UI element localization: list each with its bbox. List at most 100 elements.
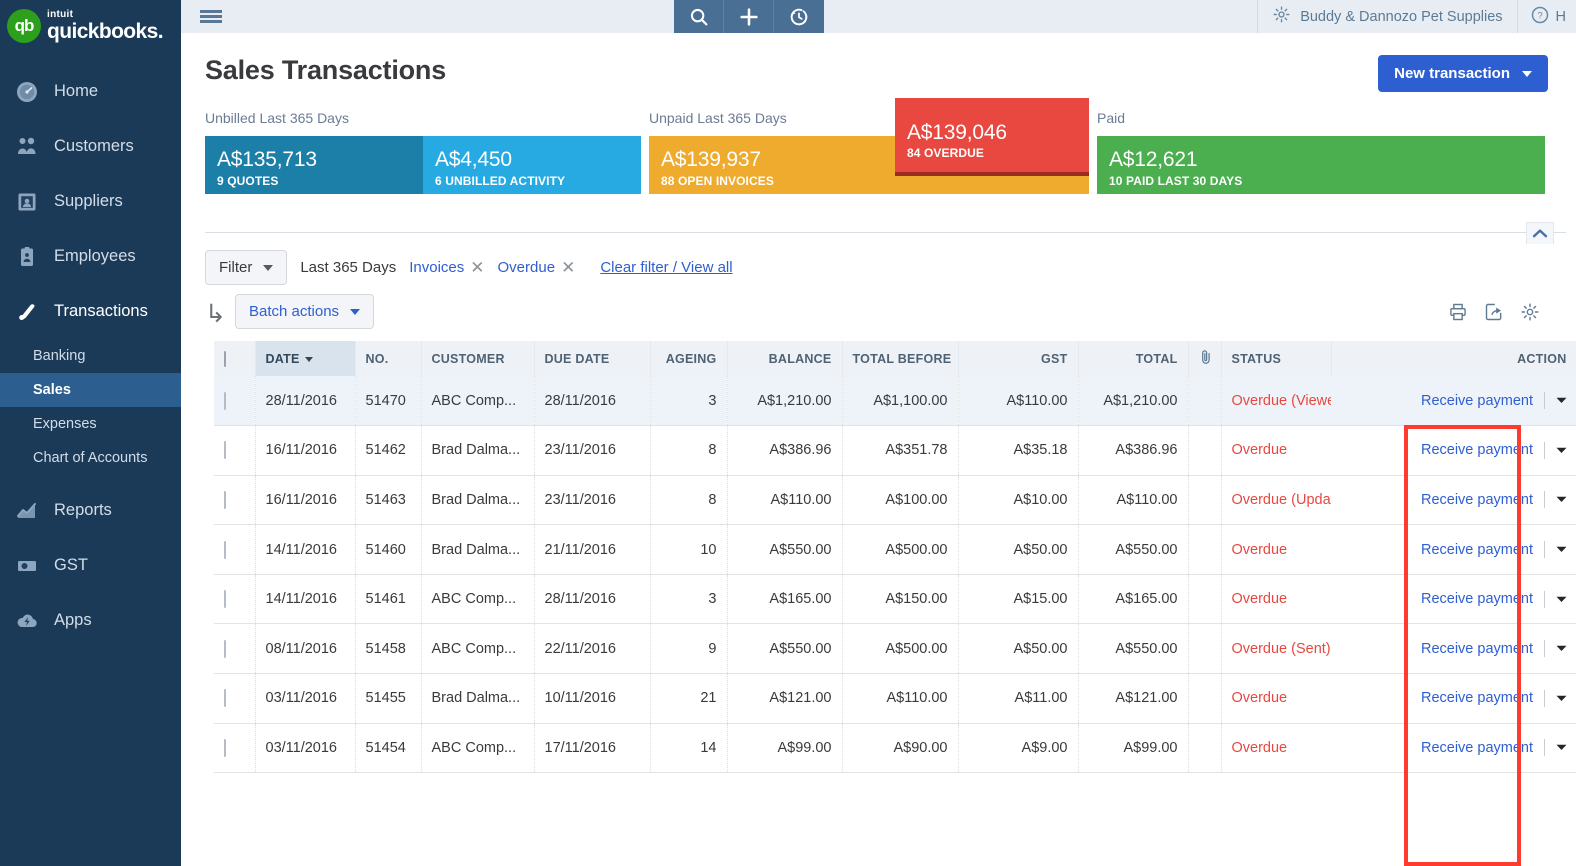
- clear-filter-link[interactable]: Clear filter / View all: [600, 259, 732, 276]
- table-settings-icon[interactable]: [1520, 302, 1540, 322]
- column-header-total[interactable]: TOTAL: [1078, 341, 1189, 376]
- sidebar-item-transactions[interactable]: Transactions: [0, 284, 181, 339]
- cell-action[interactable]: Receive payment: [1331, 425, 1576, 476]
- sidebar-item-apps[interactable]: Apps: [0, 593, 181, 648]
- company-switcher[interactable]: Buddy & Dannozo Pet Supplies: [1257, 0, 1516, 33]
- receive-payment-link[interactable]: Receive payment: [1421, 641, 1533, 657]
- table-row[interactable]: 16/11/2016 51462 Brad Dalma... 23/11/2016 8 A…: [214, 425, 1576, 476]
- sidebar-item-gst[interactable]: GST: [0, 538, 181, 593]
- sidebar-item-suppliers[interactable]: Suppliers: [0, 174, 181, 229]
- table-row[interactable]: 28/11/2016 51470 ABC Comp... 28/11/2016 3 A$1…: [214, 376, 1576, 427]
- row-checkbox[interactable]: [224, 590, 226, 609]
- cell-action[interactable]: Receive payment: [1331, 524, 1576, 575]
- column-header-customer[interactable]: CUSTOMER: [421, 341, 535, 376]
- row-select-cell[interactable]: [214, 524, 256, 575]
- receive-payment-link[interactable]: Receive payment: [1421, 740, 1533, 756]
- chevron-up-icon[interactable]: [1526, 222, 1554, 244]
- receive-payment-link[interactable]: Receive payment: [1421, 442, 1533, 458]
- sidebar-item-chart-of-accounts[interactable]: Chart of Accounts: [0, 441, 181, 475]
- column-header-date[interactable]: DATE: [255, 341, 356, 376]
- sidebar-item-employees[interactable]: Employees: [0, 229, 181, 284]
- intuit-label: intuit: [47, 9, 74, 20]
- money-card-overdue[interactable]: A$139,046 84 OVERDUE: [895, 98, 1089, 172]
- table-row[interactable]: 03/11/2016 51455 Brad Dalma... 10/11/2016 21…: [214, 673, 1576, 724]
- money-card-unbilled-activity[interactable]: A$4,450 6 UNBILLED ACTIVITY: [423, 136, 641, 194]
- row-select-cell[interactable]: [214, 376, 256, 427]
- chevron-down-icon[interactable]: [1556, 496, 1567, 503]
- table-row[interactable]: 16/11/2016 51463 Brad Dalma... 23/11/2016 8 A…: [214, 475, 1576, 526]
- row-checkbox[interactable]: [224, 441, 226, 460]
- export-icon[interactable]: [1484, 302, 1504, 322]
- receive-payment-link[interactable]: Receive payment: [1421, 690, 1533, 706]
- column-header-total-before[interactable]: TOTAL BEFORE: [842, 341, 959, 376]
- batch-actions-button[interactable]: Batch actions: [235, 294, 375, 329]
- column-header-ageing[interactable]: AGEING: [650, 341, 728, 376]
- cell-action[interactable]: Receive payment: [1331, 376, 1576, 427]
- row-select-cell[interactable]: [214, 673, 256, 724]
- receive-payment-link[interactable]: Receive payment: [1421, 591, 1533, 607]
- table-row[interactable]: 14/11/2016 51461 ABC Comp... 28/11/2016 3 A$1…: [214, 574, 1576, 625]
- money-card-quotes[interactable]: A$135,713 9 QUOTES: [205, 136, 423, 194]
- sidebar-item-banking[interactable]: Banking: [0, 339, 181, 373]
- filter-button[interactable]: Filter: [205, 250, 288, 285]
- sidebar-item-sales[interactable]: Sales: [0, 373, 181, 407]
- chevron-down-icon[interactable]: [1556, 546, 1567, 553]
- row-checkbox[interactable]: [224, 738, 226, 757]
- column-label: BALANCE: [768, 351, 832, 366]
- table-row[interactable]: 14/11/2016 51460 Brad Dalma... 21/11/2016 10…: [214, 524, 1576, 575]
- hamburger-bar: [200, 10, 222, 13]
- row-select-cell[interactable]: [214, 623, 256, 675]
- receive-payment-link[interactable]: Receive payment: [1421, 393, 1533, 409]
- table-row[interactable]: 08/11/2016 51458 ABC Comp... 22/11/2016 9 A$5…: [214, 623, 1576, 675]
- row-checkbox[interactable]: [224, 639, 226, 658]
- cell-action[interactable]: Receive payment: [1331, 673, 1576, 724]
- new-transaction-button[interactable]: New transaction: [1378, 55, 1548, 92]
- sidebar-item-reports[interactable]: Reports: [0, 483, 181, 538]
- filter-chip-invoices[interactable]: Invoices ✕: [409, 259, 484, 276]
- cell-action[interactable]: Receive payment: [1331, 475, 1576, 526]
- sidebar-item-home[interactable]: Home: [0, 64, 181, 119]
- chevron-down-icon[interactable]: [1556, 695, 1567, 702]
- chevron-down-icon[interactable]: [1556, 596, 1567, 603]
- column-header-no[interactable]: NO.: [355, 341, 422, 376]
- hamburger-icon[interactable]: [181, 0, 241, 33]
- column-header-due-date[interactable]: DUE DATE: [534, 341, 651, 376]
- cell-action[interactable]: Receive payment: [1331, 623, 1576, 675]
- row-select-cell[interactable]: [214, 425, 256, 476]
- row-select-cell[interactable]: [214, 574, 256, 625]
- row-select-cell[interactable]: [214, 475, 256, 526]
- column-header-status[interactable]: STATUS: [1221, 341, 1332, 376]
- print-icon[interactable]: [1448, 302, 1468, 322]
- close-icon[interactable]: ✕: [470, 259, 484, 276]
- cell-action[interactable]: Receive payment: [1331, 574, 1576, 625]
- money-card-paid[interactable]: A$12,621 10 PAID LAST 30 DAYS: [1097, 136, 1545, 194]
- receive-payment-link[interactable]: Receive payment: [1421, 542, 1533, 558]
- filter-chip-overdue[interactable]: Overdue ✕: [498, 259, 576, 276]
- row-select-cell[interactable]: [214, 723, 256, 774]
- receive-payment-link[interactable]: Receive payment: [1421, 492, 1533, 508]
- chevron-down-icon[interactable]: [1556, 447, 1567, 454]
- chevron-down-icon: [1522, 70, 1532, 77]
- row-checkbox[interactable]: [224, 490, 226, 509]
- cell-customer: Brad Dalma...: [421, 425, 535, 476]
- row-checkbox[interactable]: [224, 391, 226, 410]
- row-checkbox[interactable]: [224, 540, 226, 559]
- sidebar-item-customers[interactable]: Customers: [0, 119, 181, 174]
- row-checkbox[interactable]: [224, 689, 226, 708]
- recent-history-icon[interactable]: [774, 0, 825, 33]
- column-header-gst[interactable]: GST: [958, 341, 1079, 376]
- brand-logo[interactable]: qb intuit quickbooks.: [0, 0, 181, 52]
- column-header-attachment[interactable]: [1188, 341, 1222, 376]
- chevron-down-icon[interactable]: [1556, 744, 1567, 751]
- select-all-checkbox[interactable]: [224, 350, 226, 367]
- chevron-down-icon[interactable]: [1556, 397, 1567, 404]
- search-icon[interactable]: [674, 0, 725, 33]
- plus-icon[interactable]: [724, 0, 775, 33]
- cell-action[interactable]: Receive payment: [1331, 723, 1576, 774]
- help-button[interactable]: ? H: [1516, 0, 1576, 33]
- chevron-down-icon[interactable]: [1556, 645, 1567, 652]
- column-header-balance[interactable]: BALANCE: [727, 341, 843, 376]
- close-icon[interactable]: ✕: [561, 259, 575, 276]
- sidebar-item-expenses[interactable]: Expenses: [0, 407, 181, 441]
- table-row[interactable]: 03/11/2016 51454 ABC Comp... 17/11/2016 14 A$…: [214, 723, 1576, 774]
